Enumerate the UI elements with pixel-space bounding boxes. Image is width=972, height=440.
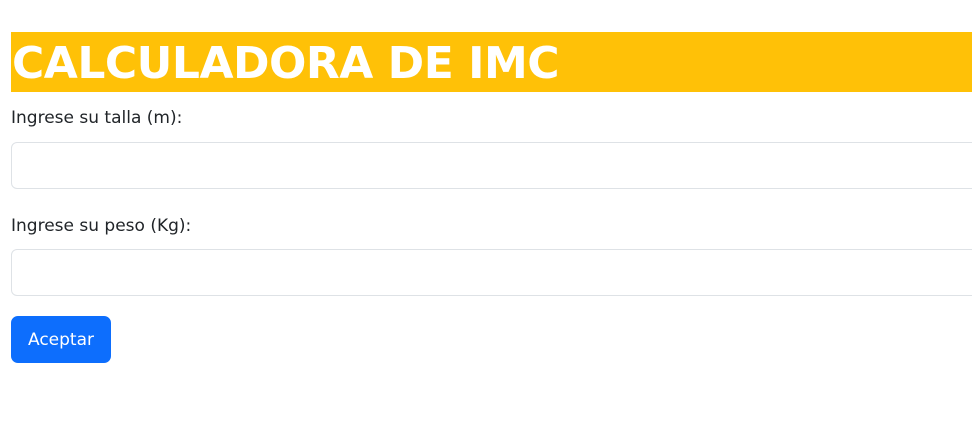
- height-input[interactable]: [11, 142, 972, 189]
- accept-button[interactable]: Aceptar: [11, 316, 111, 363]
- page-title: CALCULADORA DE IMC: [12, 38, 560, 89]
- height-label: Ingrese su talla (m):: [11, 108, 183, 128]
- weight-label: Ingrese su peso (Kg):: [11, 216, 192, 236]
- page: CALCULADORA DE IMC Ingrese su talla (m):…: [0, 0, 972, 440]
- title-banner: CALCULADORA DE IMC: [11, 32, 972, 92]
- weight-input[interactable]: [11, 249, 972, 296]
